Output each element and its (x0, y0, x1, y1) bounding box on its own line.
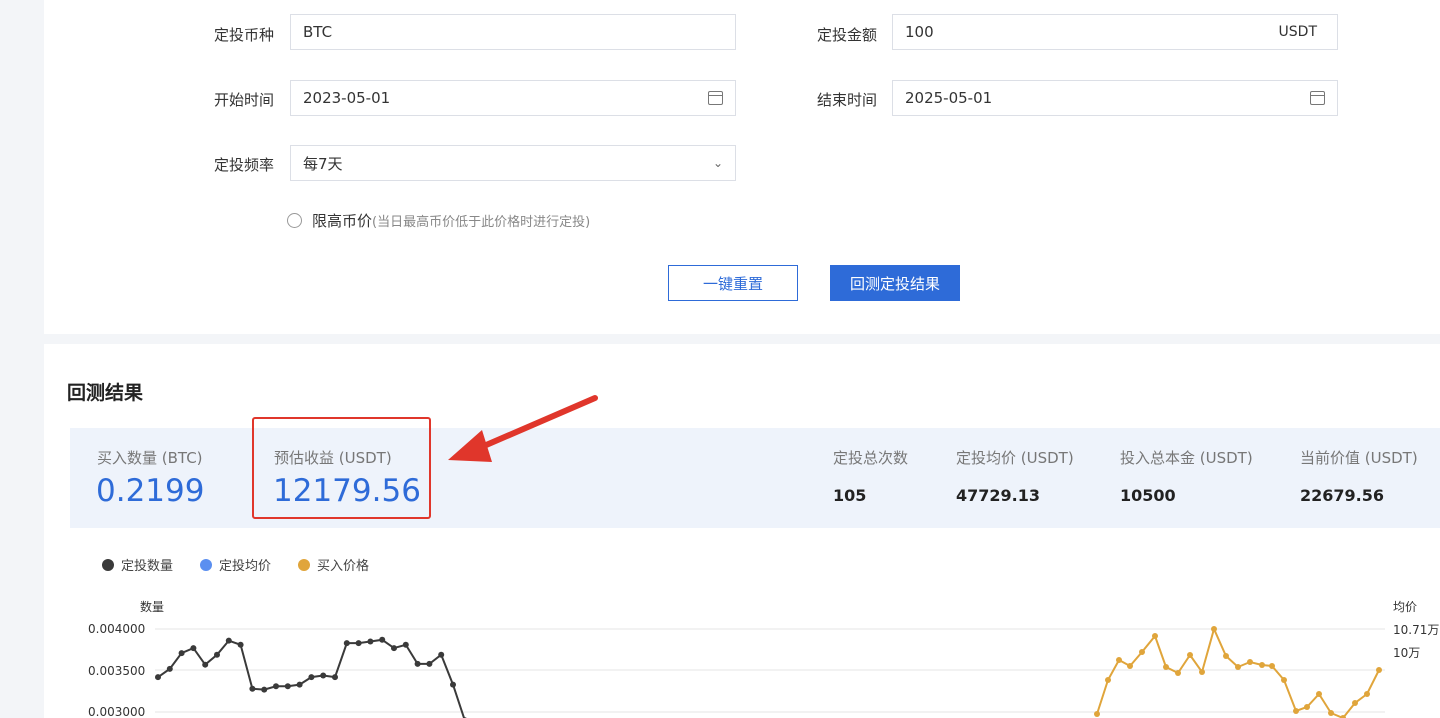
buy-point (1116, 657, 1122, 663)
qty-point (296, 681, 303, 688)
buy-point (1094, 711, 1100, 717)
buy-point (1139, 649, 1145, 655)
qty-point (237, 641, 244, 648)
buy-point (1247, 659, 1253, 665)
buy-point (1328, 710, 1334, 716)
qty-point (261, 686, 268, 693)
buy-point (1211, 626, 1217, 632)
buy-point (1352, 700, 1358, 706)
buy-point (1223, 653, 1229, 659)
red-arrow-annotation (448, 395, 598, 462)
buy-point (1235, 664, 1241, 670)
qty-point (426, 660, 433, 667)
qty-point (438, 651, 445, 658)
buy-point (1199, 669, 1205, 675)
qty-point (414, 660, 421, 667)
buy-point (1187, 652, 1193, 658)
qty-point (308, 674, 315, 681)
qty-point (155, 674, 161, 681)
qty-series (155, 636, 467, 718)
qty-point (190, 645, 197, 652)
buy-point (1175, 670, 1181, 676)
qty-point (367, 638, 374, 645)
qty-point (379, 636, 386, 643)
qty-point (284, 683, 291, 690)
qty-point (343, 640, 350, 647)
buy-point (1152, 633, 1158, 639)
buy-point (1269, 663, 1275, 669)
buy-point (1127, 663, 1133, 669)
buy-point (1105, 677, 1111, 683)
qty-point (178, 650, 185, 657)
buy-point (1316, 691, 1322, 697)
qty-point (273, 683, 279, 690)
buy-point (1376, 667, 1382, 673)
dca-chart (155, 395, 1385, 718)
buy-point (1281, 677, 1287, 683)
buy-point (1364, 691, 1370, 697)
qty-point (225, 637, 232, 644)
buy-point (1293, 708, 1299, 714)
qty-point (402, 641, 409, 648)
qty-point (332, 674, 338, 681)
qty-point (450, 681, 456, 688)
qty-point (355, 640, 362, 647)
buy-point (1163, 664, 1169, 670)
qty-point (249, 685, 256, 692)
buy-point (1304, 704, 1310, 710)
buy-line (1096, 626, 1380, 718)
qty-point (320, 672, 327, 679)
buy-point (1259, 662, 1265, 668)
buy-series (1094, 626, 1382, 718)
qty-point (166, 665, 173, 672)
qty-point (391, 645, 397, 652)
qty-point (202, 661, 209, 668)
qty-point (214, 651, 220, 658)
